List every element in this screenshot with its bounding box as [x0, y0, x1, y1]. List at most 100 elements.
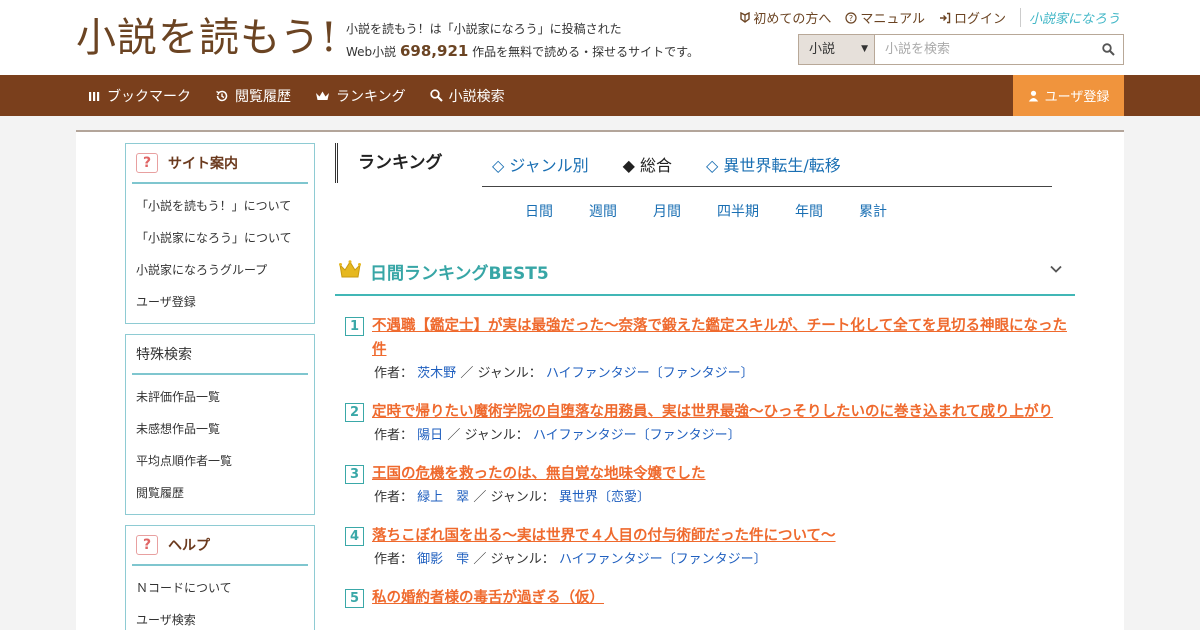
genre-label: ／ ジャンル： — [473, 490, 555, 505]
search-bar: 小説 ▼ — [798, 34, 1124, 65]
period-daily[interactable]: 日間 — [525, 201, 553, 221]
site-guide-box: ? サイト案内 「小説を読もう！」について 「小説家になろう」について 小説家に… — [125, 143, 315, 324]
tab-isekai[interactable]: ◇ 異世界転生/転移 — [706, 152, 841, 176]
sidebar-item-narou-group[interactable]: 小説家になろうグループ — [126, 254, 314, 286]
site-logo[interactable]: 小説を読もう! — [76, 14, 338, 62]
author-label: 作者： — [374, 490, 414, 505]
search-button[interactable] — [1093, 35, 1123, 64]
novel-meta: 作者： 御影 雫 ／ ジャンル： ハイファンタジー〔ファンタジー〕 — [374, 548, 1070, 572]
help-box: ? ヘルプ Ｎコードについて ユーザ検索 — [125, 525, 315, 630]
svg-text:?: ? — [849, 14, 853, 23]
login-link[interactable]: ログイン — [939, 8, 1006, 27]
nav-ranking[interactable]: ランキング — [315, 86, 406, 106]
search-category-select[interactable]: 小説 ▼ — [799, 35, 875, 64]
ranking-entry: 3 王国の危機を救ったのは、無自覚な地味令嬢でした 作者： 緑上 翠 ／ ジャン… — [345, 462, 1070, 510]
author-link[interactable]: 緑上 翠 — [417, 490, 469, 505]
sidebar-item-avg-score-authors[interactable]: 平均点順作者一覧 — [126, 445, 314, 477]
genre-link[interactable]: ハイファンタジー〔ファンタジー〕 — [533, 428, 741, 443]
site-header: 小説を読もう! 小説を読もう！は「小説家になろう」に投稿された Web小説 69… — [0, 0, 1200, 75]
login-icon — [939, 12, 951, 23]
register-button[interactable]: ユーザ登録 — [1013, 75, 1124, 116]
nav-bookmark[interactable]: ブックマーク — [88, 86, 191, 106]
chevron-down-icon: ▼ — [861, 44, 868, 54]
author-link[interactable]: 茨木野 — [417, 366, 456, 381]
ranking-entry: 5 私の婚約者様の毒舌が過ぎる（仮） — [345, 586, 1070, 610]
period-total[interactable]: 累計 — [859, 201, 887, 221]
author-link[interactable]: 御影 雫 — [417, 552, 469, 567]
special-search-box: 特殊検索 未評価作品一覧 未感想作品一覧 平均点順作者一覧 閲覧履歴 — [125, 334, 315, 515]
narou-brand-link[interactable]: 小説家になろう — [1019, 8, 1120, 27]
ranking-entry: 1 不遇職【鑑定士】が実は最強だった〜奈落で鍛えた鑑定スキルが、チート化して全て… — [345, 314, 1070, 386]
sidebar-item-register[interactable]: ユーザ登録 — [126, 286, 314, 318]
help-title: ? ヘルプ — [132, 526, 308, 566]
nav-search-label: 小説検索 — [448, 88, 505, 105]
bookmark-icon — [89, 91, 100, 101]
question-icon: ? — [136, 153, 158, 173]
chevron-down-icon[interactable] — [1049, 262, 1063, 276]
site-guide-title-text: サイト案内 — [168, 156, 238, 172]
genre-label: ／ ジャンル： — [447, 428, 529, 443]
search-input[interactable] — [875, 35, 1093, 64]
register-button-label: ユーザ登録 — [1044, 90, 1110, 105]
period-quarterly[interactable]: 四半期 — [717, 201, 759, 221]
ranking-list: 1 不遇職【鑑定士】が実は最強だった〜奈落で鍛えた鑑定スキルが、チート化して全て… — [345, 314, 1070, 610]
novel-title-link[interactable]: 落ちこぼれ国を出る〜実は世界で４人目の付与術師だった件について〜 — [372, 524, 836, 548]
help-title-text: ヘルプ — [168, 538, 210, 554]
nav-ranking-label: ランキング — [336, 88, 406, 105]
genre-link[interactable]: 異世界〔恋愛〕 — [559, 490, 650, 505]
search-category-value: 小説 — [809, 42, 836, 57]
author-label: 作者： — [374, 366, 414, 381]
manual-link-label: マニュアル — [860, 12, 925, 27]
novel-title-link[interactable]: 王国の危機を救ったのは、無自覚な地味令嬢でした — [372, 462, 706, 486]
tagline-suffix: 作品を無料で読める・探せるサイトです。 — [472, 45, 699, 59]
novel-title-link[interactable]: 定時で帰りたい魔術学院の自堕落な用務員、実は世界最強～ひっそりしたいのに巻き込ま… — [372, 400, 1053, 424]
sidebar-item-about-narou[interactable]: 「小説家になろう」について — [126, 222, 314, 254]
genre-link[interactable]: ハイファンタジー〔ファンタジー〕 — [546, 366, 754, 381]
search-icon — [1101, 43, 1115, 56]
site-guide-title: ? サイト案内 — [132, 144, 308, 184]
rank-badge: 5 — [345, 589, 364, 608]
rank-badge: 4 — [345, 527, 364, 546]
beginner-link-label: 初めての方へ — [753, 12, 832, 27]
tab-genre[interactable]: ◇ ジャンル別 — [492, 152, 589, 176]
sidebar-item-unrated[interactable]: 未評価作品一覧 — [126, 381, 314, 413]
novel-title-link[interactable]: 不遇職【鑑定士】が実は最強だった〜奈落で鍛えた鑑定スキルが、チート化して全てを見… — [372, 314, 1070, 362]
manual-link[interactable]: ? マニュアル — [845, 8, 925, 27]
period-monthly[interactable]: 月間 — [653, 201, 681, 221]
novel-meta: 作者： 茨木野 ／ ジャンル： ハイファンタジー〔ファンタジー〕 — [374, 362, 1070, 386]
sidebar-item-ncode[interactable]: Ｎコードについて — [126, 572, 314, 604]
sidebar-item-about-yomou[interactable]: 「小説を読もう！」について — [126, 190, 314, 222]
help-icon: ? — [845, 11, 857, 24]
best5-title: 日間ランキングBEST5 — [370, 264, 549, 284]
crown-icon — [339, 260, 361, 278]
sidebar-item-no-reviews[interactable]: 未感想作品一覧 — [126, 413, 314, 445]
special-search-title: 特殊検索 — [132, 335, 308, 375]
daily-best5-header[interactable]: 日間ランキングBEST5 — [335, 254, 1075, 296]
beginner-link[interactable]: 初めての方へ — [740, 8, 831, 27]
login-link-label: ログイン — [953, 12, 1006, 27]
nav-history[interactable]: 閲覧履歴 — [215, 86, 291, 106]
author-label: 作者： — [374, 552, 414, 567]
author-link[interactable]: 陽日 — [417, 428, 443, 443]
rank-badge: 2 — [345, 403, 364, 422]
period-yearly[interactable]: 年間 — [795, 201, 823, 221]
site-tagline: 小説を読もう！は「小説家になろう」に投稿された Web小説 698,921 作品… — [346, 18, 699, 63]
novel-meta: 作者： 緑上 翠 ／ ジャンル： 異世界〔恋愛〕 — [374, 486, 1070, 510]
main-nav: ブックマーク 閲覧履歴 ランキング 小説検索 ユーザ登録 — [0, 75, 1200, 116]
sidebar-item-user-search[interactable]: ユーザ検索 — [126, 604, 314, 630]
sidebar-item-history[interactable]: 閲覧履歴 — [126, 477, 314, 509]
tagline-line1: 小説を読もう！は「小説家になろう」に投稿された — [346, 22, 622, 36]
header-links: 初めての方へ ? マニュアル ログイン 小説家になろう — [740, 8, 1120, 27]
genre-link[interactable]: ハイファンタジー〔ファンタジー〕 — [559, 552, 767, 567]
genre-label: ／ ジャンル： — [460, 366, 542, 381]
tab-overall[interactable]: ◆ 総合 — [623, 152, 672, 176]
novel-meta: 作者： 陽日 ／ ジャンル： ハイファンタジー〔ファンタジー〕 — [374, 424, 1070, 448]
ranking-tabs: ◇ ジャンル別 ◆ 総合 ◇ 異世界転生/転移 — [492, 152, 841, 176]
novel-title-link[interactable]: 私の婚約者様の毒舌が過ぎる（仮） — [372, 586, 604, 610]
search-icon — [429, 89, 443, 102]
tagline-line2: Web小説 698,921 作品を無料で読める・探せるサイトです。 — [346, 40, 699, 63]
period-weekly[interactable]: 週間 — [589, 201, 617, 221]
genre-label: ／ ジャンル： — [473, 552, 555, 567]
ranking-heading: ランキング — [335, 143, 443, 183]
nav-search[interactable]: 小説検索 — [429, 86, 505, 106]
